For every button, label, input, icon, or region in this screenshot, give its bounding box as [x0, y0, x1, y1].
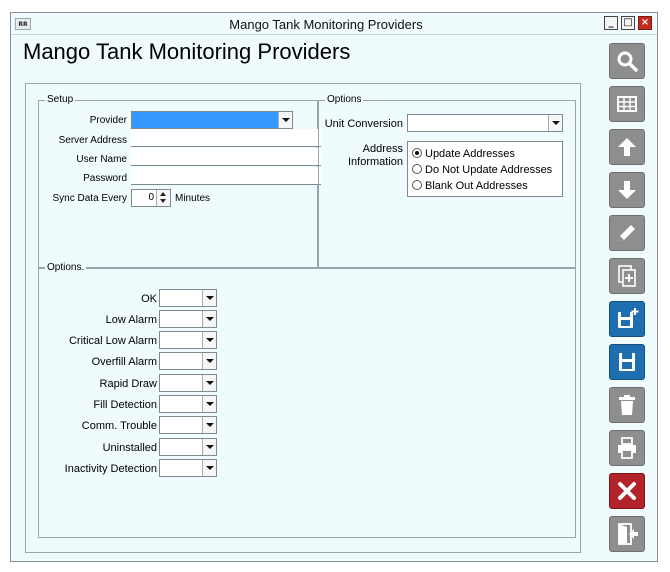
- save-new-icon: [618, 308, 639, 328]
- status-uninstalled-label: Uninstalled: [102, 442, 157, 454]
- exit-button[interactable]: [609, 516, 645, 552]
- cancel-icon: [618, 482, 636, 500]
- arrow-up-icon: [618, 138, 636, 156]
- grid-icon: [617, 96, 637, 112]
- address-info-label-line2: Information: [347, 156, 403, 168]
- close-window-button[interactable]: ×: [638, 16, 652, 30]
- status-fill-detection-select[interactable]: [159, 395, 217, 413]
- chevron-down-icon[interactable]: [548, 115, 562, 131]
- user-name-label: User Name: [76, 154, 127, 165]
- action-toolbar: [609, 43, 651, 555]
- chevron-down-icon[interactable]: [202, 290, 216, 306]
- status-rapid-draw-select[interactable]: [159, 374, 217, 392]
- status-critical-low-select[interactable]: [159, 331, 217, 349]
- delete-button[interactable]: [609, 387, 645, 423]
- trash-icon: [619, 395, 635, 415]
- radio-do-not-update[interactable]: Do Not Update Addresses: [412, 164, 552, 176]
- status-overfill-label: Overfill Alarm: [91, 356, 157, 368]
- app-window: RR Mango Tank Monitoring Providers _ □ ×…: [10, 12, 658, 562]
- status-rapid-draw-label: Rapid Draw: [99, 378, 157, 390]
- chevron-down-icon[interactable]: [202, 375, 216, 391]
- chevron-down-icon[interactable]: [202, 311, 216, 327]
- options-right-group: Options Unit Conversion Address Informat…: [318, 94, 576, 268]
- user-name-field[interactable]: [131, 148, 321, 166]
- save-button[interactable]: [609, 344, 645, 380]
- server-address-field[interactable]: [131, 129, 321, 147]
- radio-selected-icon[interactable]: [412, 148, 422, 158]
- radio-blank-out[interactable]: Blank Out Addresses: [412, 180, 528, 192]
- status-critical-low-label: Critical Low Alarm: [68, 335, 157, 347]
- spin-buttons[interactable]: [156, 190, 170, 206]
- status-ok-label: OK: [141, 293, 157, 305]
- minimize-button[interactable]: _: [604, 16, 618, 30]
- unit-conversion-label: Unit Conversion: [324, 118, 403, 130]
- status-comm-trouble-label: Comm. Trouble: [81, 420, 157, 432]
- password-label: Password: [83, 173, 127, 184]
- options-bottom-group: Options. OK Low Alarm Critical Low Alarm…: [38, 262, 576, 538]
- address-info-label-line1: Address: [362, 143, 403, 155]
- chevron-down-icon[interactable]: [202, 353, 216, 369]
- options-bottom-legend: Options.: [45, 262, 87, 273]
- provider-select[interactable]: [131, 111, 293, 129]
- main-panel: Setup Provider Server Address User Name …: [25, 83, 581, 553]
- pencil-icon: [619, 225, 635, 241]
- unit-conversion-select[interactable]: [407, 114, 563, 132]
- window-title: Mango Tank Monitoring Providers: [229, 17, 423, 32]
- status-overfill-select[interactable]: [159, 352, 217, 370]
- sync-interval-stepper[interactable]: 0: [131, 189, 171, 207]
- status-fill-detection-label: Fill Detection: [93, 399, 157, 411]
- chevron-down-icon[interactable]: [202, 439, 216, 455]
- edit-button[interactable]: [609, 215, 645, 251]
- options-right-legend: Options: [325, 94, 364, 105]
- setup-group: Setup Provider Server Address User Name …: [38, 94, 321, 268]
- setup-legend: Setup: [45, 94, 76, 105]
- maximize-button[interactable]: □: [621, 16, 635, 30]
- copy-add-icon: [618, 265, 636, 287]
- radio-icon[interactable]: [412, 164, 422, 174]
- chevron-down-icon[interactable]: [278, 112, 292, 128]
- move-up-button[interactable]: [609, 129, 645, 165]
- copy-add-button[interactable]: [609, 258, 645, 294]
- grid-button[interactable]: [609, 86, 645, 122]
- sync-data-label: Sync Data Every: [52, 193, 127, 204]
- password-field[interactable]: [131, 167, 321, 185]
- save-new-button[interactable]: [609, 301, 645, 337]
- chevron-down-icon[interactable]: [202, 396, 216, 412]
- status-ok-select[interactable]: [159, 289, 217, 307]
- server-address-label: Server Address: [58, 135, 127, 146]
- chevron-down-icon[interactable]: [202, 417, 216, 433]
- save-icon: [619, 353, 635, 371]
- radio-icon[interactable]: [412, 180, 422, 190]
- status-inactivity-label: Inactivity Detection: [64, 463, 157, 475]
- search-icon: [617, 51, 638, 72]
- cancel-button[interactable]: [609, 473, 645, 509]
- move-down-button[interactable]: [609, 172, 645, 208]
- print-button[interactable]: [609, 430, 645, 466]
- page-title: Mango Tank Monitoring Providers: [23, 39, 351, 64]
- chevron-down-icon[interactable]: [202, 460, 216, 476]
- status-inactivity-select[interactable]: [159, 459, 217, 477]
- radio-update-addresses[interactable]: Update Addresses: [412, 148, 515, 160]
- status-comm-trouble-select[interactable]: [159, 416, 217, 434]
- status-low-alarm-select[interactable]: [159, 310, 217, 328]
- title-bar: RR Mango Tank Monitoring Providers _ □ ×: [11, 13, 657, 35]
- status-uninstalled-select[interactable]: [159, 438, 217, 456]
- address-radio-group: Update Addresses Do Not Update Addresses…: [407, 141, 563, 197]
- chevron-down-icon[interactable]: [202, 332, 216, 348]
- exit-icon: [618, 523, 638, 545]
- print-icon: [618, 437, 636, 459]
- provider-label: Provider: [89, 115, 127, 126]
- sync-unit-label: Minutes: [175, 193, 211, 204]
- search-button[interactable]: [609, 43, 645, 79]
- status-low-alarm-label: Low Alarm: [105, 314, 157, 326]
- spin-up-icon[interactable]: [160, 192, 166, 196]
- arrow-down-icon: [618, 181, 636, 199]
- spin-down-icon[interactable]: [160, 199, 166, 203]
